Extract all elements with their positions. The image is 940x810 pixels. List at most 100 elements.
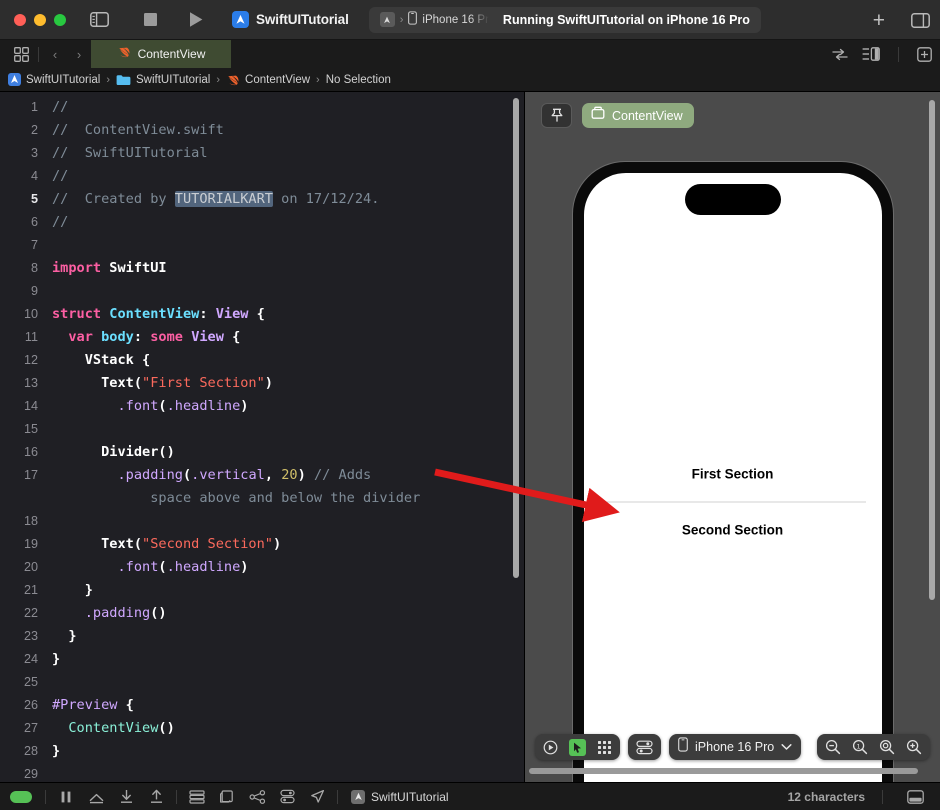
code-line[interactable]: 7	[0, 234, 524, 257]
code-line[interactable]: 27 ContentView()	[0, 717, 524, 740]
close-window-button[interactable]	[14, 13, 26, 26]
plus-icon[interactable]: +	[873, 10, 885, 31]
preview-canvas[interactable]: ContentView First Section Second Section	[525, 92, 940, 782]
zoom-in-icon[interactable]	[906, 739, 922, 755]
minimize-window-button[interactable]	[34, 13, 46, 26]
pause-icon[interactable]	[51, 790, 81, 804]
tab-grid-icon[interactable]	[8, 46, 34, 62]
line-source[interactable]: import SwiftUI	[52, 257, 524, 280]
code-line[interactable]: 5 // Created by TUTORIALKART on 17/12/24.	[0, 188, 524, 211]
debug-area-toggle-icon[interactable]	[900, 790, 930, 804]
line-source[interactable]: //	[52, 165, 524, 188]
selectable-cursor-icon[interactable]	[569, 738, 586, 756]
tab-contentview[interactable]: ContentView	[91, 40, 231, 68]
status-bar-project[interactable]: SwiftUITutorial	[351, 789, 449, 804]
line-source[interactable]: space above and below the divider	[52, 487, 524, 510]
line-source[interactable]: .font(.headline)	[52, 556, 524, 579]
code-lines[interactable]: 1 // 2 // ContentView.swift 3 // SwiftUITutor…	[0, 92, 524, 782]
code-line[interactable]: 14 .font(.headline)	[0, 395, 524, 418]
activity-status-pill[interactable]: › iPhone 16 Pr Running SwiftUITutorial o…	[368, 6, 761, 33]
canvas-vertical-scrollbar[interactable]	[929, 100, 935, 600]
line-source[interactable]: }	[52, 579, 524, 602]
location-icon[interactable]	[302, 789, 332, 804]
breadcrumb-item-file[interactable]: ContentView	[226, 73, 310, 87]
breadcrumb-item-selection[interactable]: No Selection	[326, 74, 391, 86]
canvas-horizontal-scrollbar[interactable]	[529, 768, 918, 774]
code-line[interactable]: 4 //	[0, 165, 524, 188]
line-source[interactable]: .padding()	[52, 602, 524, 625]
sidebar-toggle-icon[interactable]	[90, 12, 109, 27]
code-line[interactable]: 17 .padding(.vertical, 20) // Adds	[0, 464, 524, 487]
code-line[interactable]: 15	[0, 418, 524, 441]
line-source[interactable]: }	[52, 648, 524, 671]
code-line[interactable]: 20 .font(.headline)	[0, 556, 524, 579]
line-source[interactable]: }	[52, 740, 524, 763]
editor-layout-icon[interactable]	[862, 47, 880, 61]
code-line[interactable]: 2 // ContentView.swift	[0, 119, 524, 142]
navigate-forward-button[interactable]: ›	[67, 47, 91, 62]
zoom-100-icon[interactable]: 1	[852, 739, 868, 755]
line-source[interactable]: ContentView()	[52, 717, 524, 740]
line-source[interactable]: .font(.headline)	[52, 395, 524, 418]
code-line[interactable]: 13 Text("First Section")	[0, 372, 524, 395]
line-source[interactable]: .padding(.vertical, 20) // Adds	[52, 464, 524, 487]
line-source[interactable]: var body: some View {	[52, 326, 524, 349]
zoom-fit-icon[interactable]	[879, 739, 895, 755]
source-editor[interactable]: 1 // 2 // ContentView.swift 3 // SwiftUITutor…	[0, 92, 525, 782]
related-items-icon[interactable]	[832, 48, 848, 61]
live-preview-icon[interactable]	[543, 740, 558, 755]
code-line[interactable]: 11 var body: some View {	[0, 326, 524, 349]
code-line[interactable]: 12 VStack {	[0, 349, 524, 372]
memory-graph-icon[interactable]	[212, 789, 242, 804]
code-line[interactable]: 25	[0, 671, 524, 694]
code-line[interactable]: 3 // SwiftUITutorial	[0, 142, 524, 165]
device-screen[interactable]: First Section Second Section	[583, 173, 882, 782]
code-line[interactable]: 29	[0, 763, 524, 782]
code-line[interactable]: 9	[0, 280, 524, 303]
code-line[interactable]: 10 struct ContentView: View {	[0, 303, 524, 326]
navigate-back-button[interactable]: ‹	[43, 47, 67, 62]
code-line[interactable]: 6 //	[0, 211, 524, 234]
line-source[interactable]: struct ContentView: View {	[52, 303, 524, 326]
step-over-icon[interactable]	[81, 790, 111, 804]
pin-icon[interactable]	[541, 103, 572, 128]
zoom-out-icon[interactable]	[825, 739, 841, 755]
add-editor-icon[interactable]	[917, 46, 932, 62]
code-line[interactable]: 16 Divider()	[0, 441, 524, 464]
device-selector[interactable]: iPhone 16 Pro	[669, 734, 802, 760]
stop-icon[interactable]	[143, 12, 158, 27]
inspector-toggle-icon[interactable]	[911, 12, 930, 28]
breadcrumb-item-folder[interactable]: SwiftUITutorial	[116, 74, 210, 86]
code-line[interactable]: 18	[0, 510, 524, 533]
code-line[interactable]: 24}	[0, 648, 524, 671]
debug-graph-icon[interactable]	[242, 789, 272, 804]
step-out-icon[interactable]	[141, 789, 171, 804]
line-source[interactable]: // ContentView.swift	[52, 119, 524, 142]
editor-vertical-scrollbar[interactable]	[513, 98, 519, 578]
scheme-chip[interactable]: SwiftUITutorial	[232, 11, 349, 28]
line-source[interactable]: }	[52, 625, 524, 648]
code-line[interactable]: 21 }	[0, 579, 524, 602]
line-source[interactable]: Text("Second Section")	[52, 533, 524, 556]
breadcrumb-item-project[interactable]: SwiftUITutorial	[8, 73, 100, 86]
step-into-icon[interactable]	[111, 789, 141, 804]
line-source[interactable]: // SwiftUITutorial	[52, 142, 524, 165]
line-source[interactable]: #Preview {	[52, 694, 524, 717]
variants-grid-icon[interactable]	[597, 740, 612, 755]
view-hierarchy-icon[interactable]	[182, 789, 212, 804]
code-line[interactable]: 22 .padding()	[0, 602, 524, 625]
code-line[interactable]: 26 #Preview {	[0, 694, 524, 717]
zoom-window-button[interactable]	[54, 13, 66, 26]
code-line[interactable]: 8 import SwiftUI	[0, 257, 524, 280]
line-source[interactable]: Text("First Section")	[52, 372, 524, 395]
line-source[interactable]: // Created by TUTORIALKART on 17/12/24.	[52, 188, 524, 211]
code-line[interactable]: 23 }	[0, 625, 524, 648]
preview-name-chip[interactable]: ContentView	[582, 103, 694, 128]
code-line[interactable]: 19 Text("Second Section")	[0, 533, 524, 556]
play-icon[interactable]	[188, 11, 204, 28]
code-line[interactable]: 1 //	[0, 96, 524, 119]
device-settings-icon[interactable]	[636, 740, 653, 755]
line-source[interactable]: VStack {	[52, 349, 524, 372]
line-source[interactable]: Divider()	[52, 441, 524, 464]
line-source[interactable]: //	[52, 96, 524, 119]
